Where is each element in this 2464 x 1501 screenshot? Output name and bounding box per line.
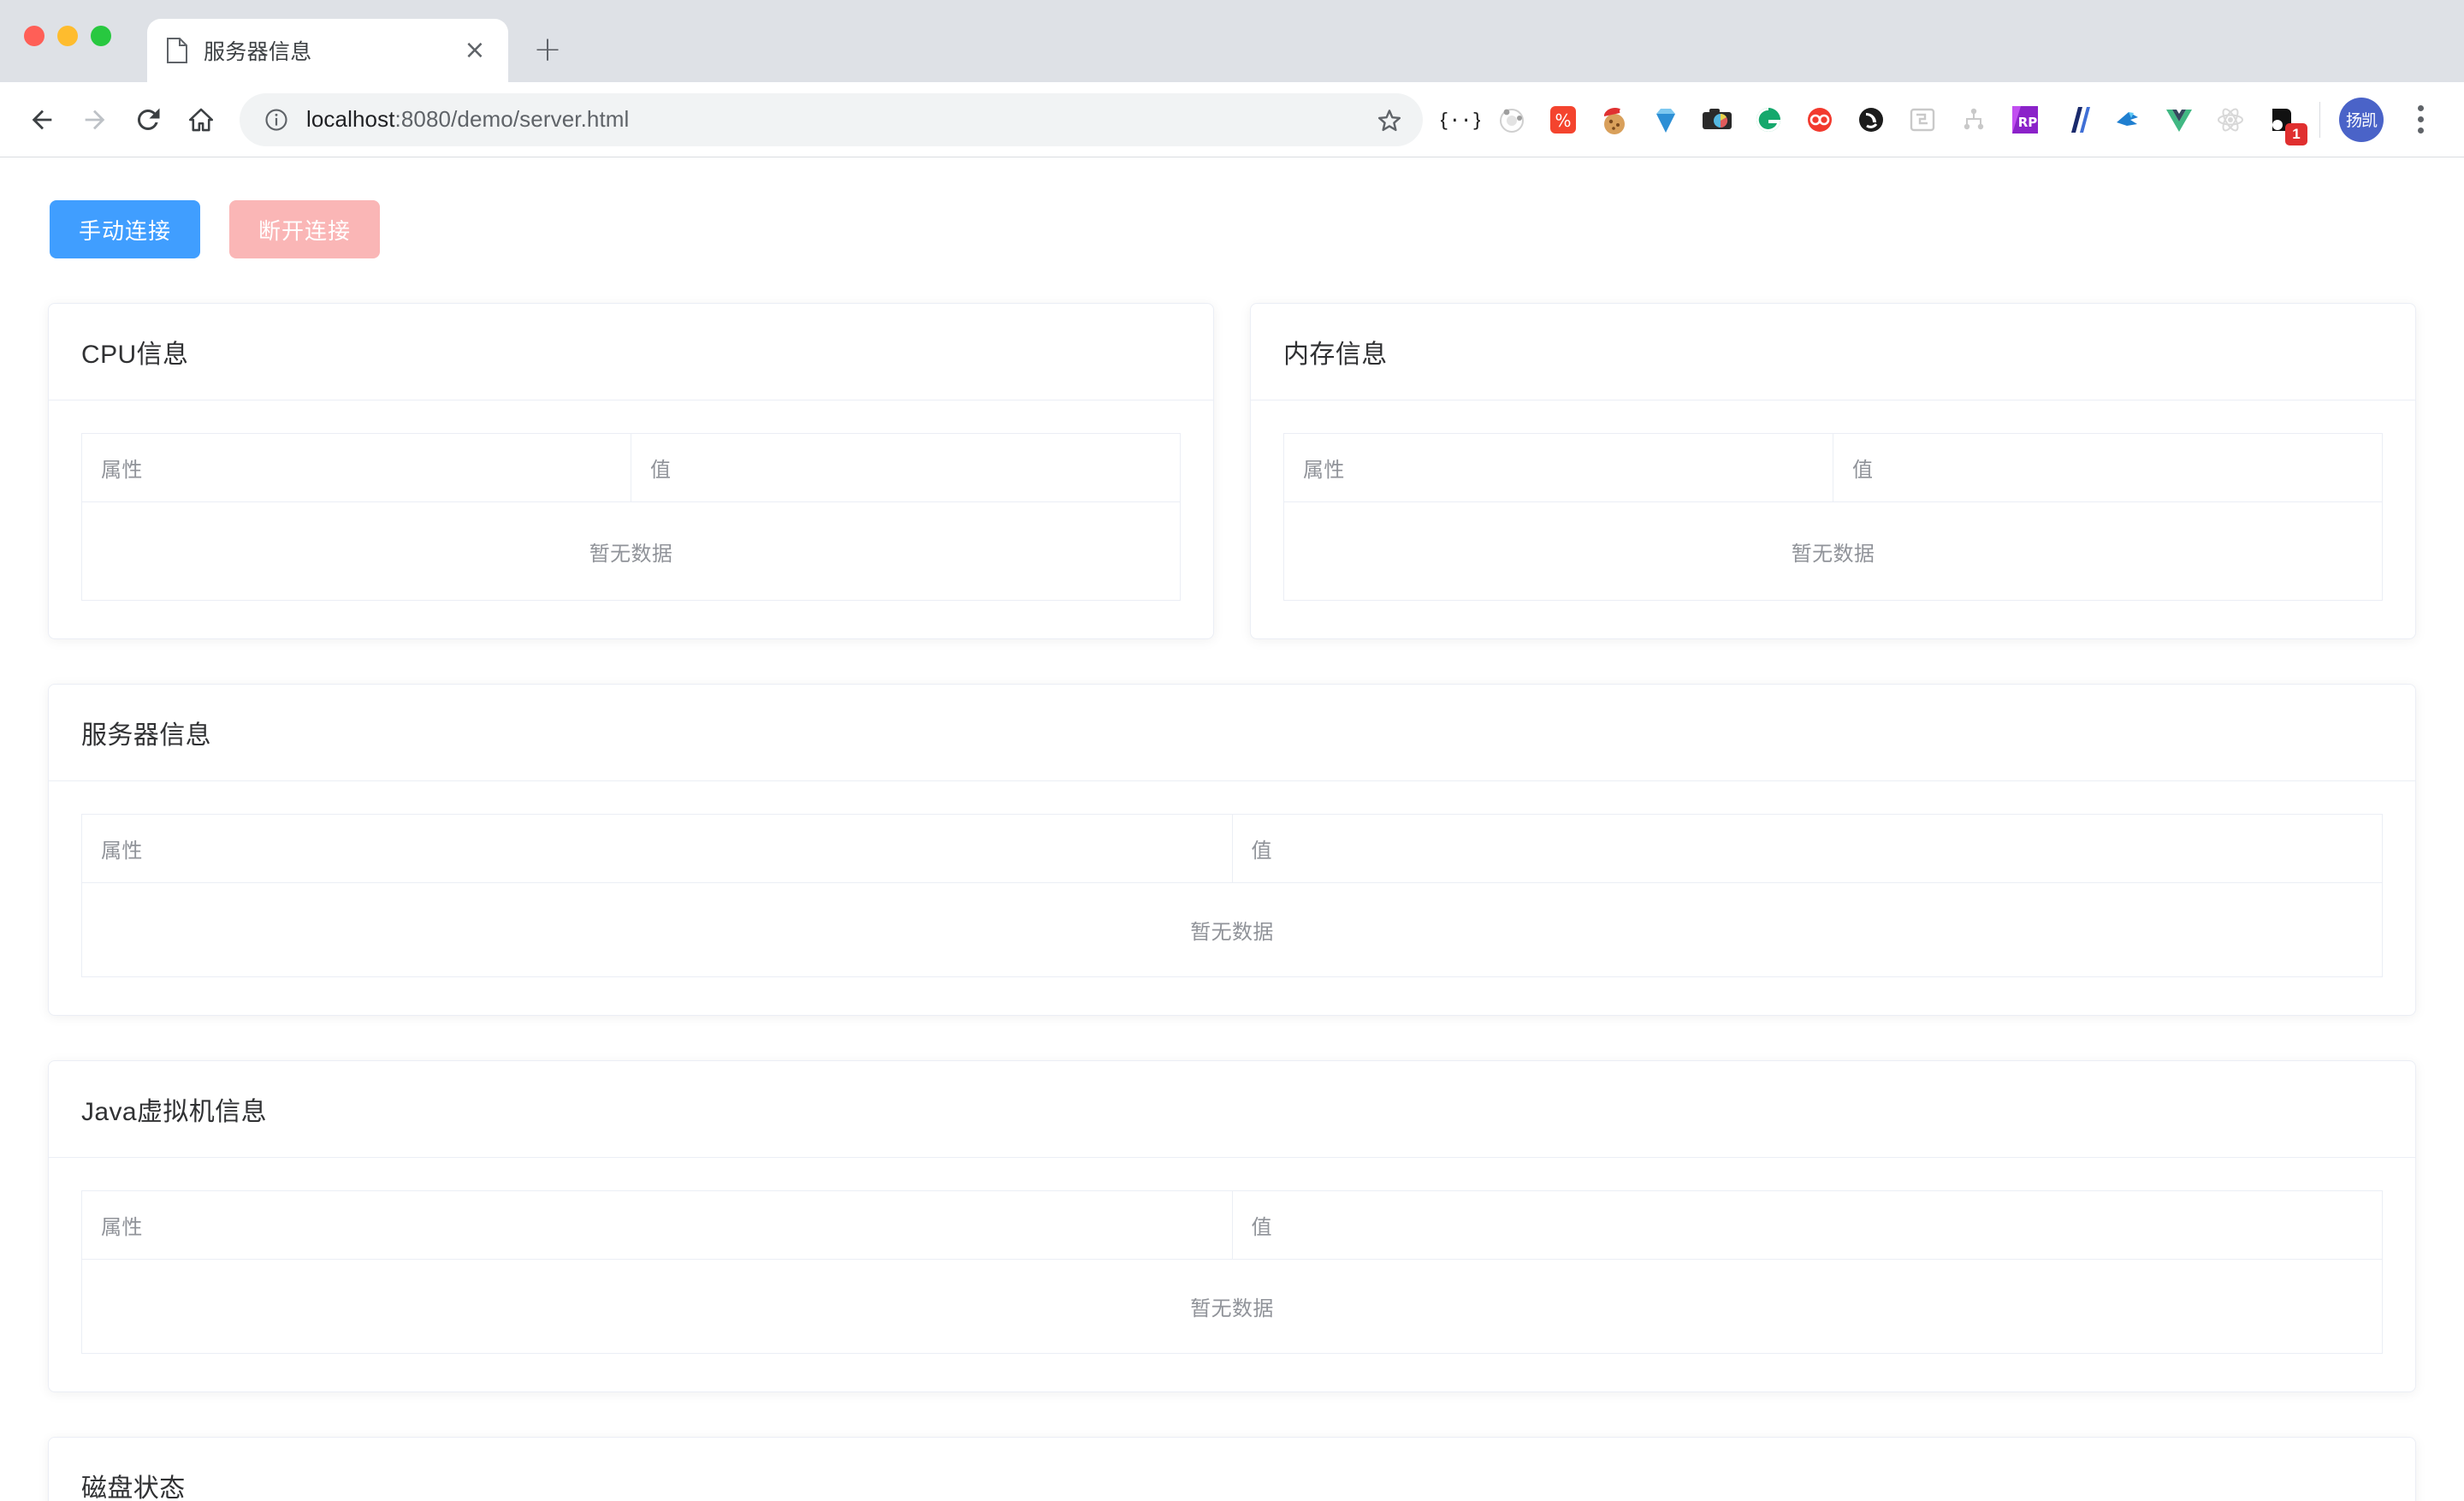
rp-extension-icon[interactable]: RP: [2003, 98, 2047, 142]
jvm-card-row: Java虚拟机信息 属性 值 暂无数据: [48, 1060, 2416, 1392]
reload-button[interactable]: [121, 93, 175, 146]
column-header-value[interactable]: 值: [1233, 815, 2383, 882]
browser-tab[interactable]: 服务器信息 ×: [147, 19, 508, 82]
url-path: :8080/demo/server.html: [395, 106, 630, 132]
atom-orbit-icon[interactable]: [1490, 98, 1534, 142]
jvm-info-card: Java虚拟机信息 属性 值 暂无数据: [48, 1060, 2416, 1392]
disk-status-card: 磁盘状态 属性 值 暂无数据: [48, 1437, 2416, 1501]
table-header-row: 属性 值: [1284, 434, 2382, 502]
infinity-extension-icon[interactable]: [1798, 98, 1842, 142]
toolbar-divider: [2319, 102, 2320, 138]
info-circle-icon[interactable]: [262, 105, 291, 134]
page-icon: [166, 38, 188, 63]
manual-connect-button[interactable]: 手动连接: [50, 200, 200, 258]
column-header-attr[interactable]: 属性: [1284, 434, 1833, 501]
column-header-attr[interactable]: 属性: [82, 1191, 1233, 1259]
server-card-row: 服务器信息 属性 值 暂无数据: [48, 684, 2416, 1016]
top-card-row: CPU信息 属性 值 暂无数据 内存信息: [48, 303, 2416, 639]
tab-title: 服务器信息: [204, 35, 460, 66]
server-card-title: 服务器信息: [49, 685, 2415, 781]
action-buttons: 手动连接 断开连接: [50, 200, 2416, 258]
memory-card-title: 内存信息: [1251, 304, 2415, 400]
memory-card-body: 属性 值 暂无数据: [1251, 400, 2415, 638]
url-host: localhost: [306, 106, 395, 132]
home-button[interactable]: [175, 93, 228, 146]
avatar[interactable]: 扬凯: [2339, 98, 2384, 142]
page-content: 手动连接 断开连接 CPU信息 属性 值 暂无数据: [0, 157, 2464, 1501]
empty-state-text: 暂无数据: [82, 883, 2382, 977]
memory-table: 属性 值 暂无数据: [1283, 433, 2383, 601]
star-icon[interactable]: [1366, 97, 1413, 143]
empty-state-text: 暂无数据: [82, 502, 1180, 601]
cpu-card-title: CPU信息: [49, 304, 1213, 400]
jvm-card-title: Java虚拟机信息: [49, 1061, 2415, 1158]
cookie-santa-icon[interactable]: [1592, 98, 1637, 142]
percent-extension-icon[interactable]: %: [1541, 98, 1585, 142]
maximize-window-button[interactable]: [91, 26, 111, 46]
browser-toolbar: localhost:8080/demo/server.html {··}: [0, 82, 2464, 157]
svg-text:{··}: {··}: [1441, 110, 1480, 132]
cpu-card-body: 属性 值 暂无数据: [49, 400, 1213, 638]
empty-state-text: 暂无数据: [1284, 502, 2382, 601]
extensions-bar: {··} %: [1435, 96, 2442, 144]
cpu-info-card: CPU信息 属性 值 暂无数据: [48, 303, 1214, 639]
new-tab-button[interactable]: +: [524, 26, 572, 74]
back-button[interactable]: [15, 93, 68, 146]
column-header-attr[interactable]: 属性: [82, 815, 1233, 882]
disk-card-title: 磁盘状态: [49, 1438, 2415, 1501]
camera-extension-icon[interactable]: [1695, 98, 1739, 142]
table-header-row: 属性 值: [82, 815, 2382, 883]
grammarly-icon[interactable]: [1746, 98, 1791, 142]
sitemap-extension-icon[interactable]: [1952, 98, 1996, 142]
close-window-button[interactable]: [24, 26, 44, 46]
notification-badge: 1: [2285, 123, 2307, 145]
column-header-attr[interactable]: 属性: [82, 434, 631, 501]
diamond-extension-icon[interactable]: [1644, 98, 1688, 142]
svg-text:RP: RP: [2018, 115, 2038, 130]
memory-info-card: 内存信息 属性 值 暂无数据: [1250, 303, 2416, 639]
column-header-value[interactable]: 值: [1233, 1191, 2383, 1259]
box-extension-icon[interactable]: [1900, 98, 1945, 142]
bird-extension-icon[interactable]: [2106, 98, 2150, 142]
disconnect-button: 断开连接: [229, 200, 380, 258]
disk-card-row: 磁盘状态 属性 值 暂无数据: [48, 1437, 2416, 1501]
minimize-window-button[interactable]: [57, 26, 78, 46]
server-table: 属性 值 暂无数据: [81, 814, 2383, 977]
close-tab-button[interactable]: ×: [460, 36, 489, 65]
vue-devtools-icon[interactable]: [2157, 98, 2201, 142]
forward-button[interactable]: [68, 93, 121, 146]
column-header-value[interactable]: 值: [631, 434, 1180, 501]
jvm-card-body: 属性 值 暂无数据: [49, 1158, 2415, 1391]
window-controls: [24, 26, 111, 46]
slash-extension-icon[interactable]: [2054, 98, 2099, 142]
table-header-row: 属性 值: [82, 434, 1180, 502]
cpu-table: 属性 值 暂无数据: [81, 433, 1181, 601]
server-info-card: 服务器信息 属性 值 暂无数据: [48, 684, 2416, 1016]
svg-text:%: %: [1555, 110, 1571, 131]
table-header-row: 属性 值: [82, 1191, 2382, 1260]
tab-strip: 服务器信息 × +: [0, 0, 2464, 82]
jvm-table: 属性 值 暂无数据: [81, 1190, 2383, 1354]
address-bar[interactable]: localhost:8080/demo/server.html: [240, 93, 1423, 146]
notification-extension-icon[interactable]: 1: [2260, 98, 2304, 142]
server-card-body: 属性 值 暂无数据: [49, 781, 2415, 1015]
empty-state-text: 暂无数据: [82, 1260, 2382, 1354]
react-devtools-icon[interactable]: [2208, 98, 2253, 142]
column-header-value[interactable]: 值: [1833, 434, 2382, 501]
json-viewer-icon[interactable]: {··}: [1438, 98, 1483, 142]
url-text: localhost:8080/demo/server.html: [306, 106, 1366, 133]
phone-extension-icon[interactable]: [1849, 98, 1893, 142]
browser-window: 服务器信息 × + localhost:8080/demo: [0, 0, 2464, 1501]
three-dots-icon[interactable]: [2399, 96, 2442, 144]
